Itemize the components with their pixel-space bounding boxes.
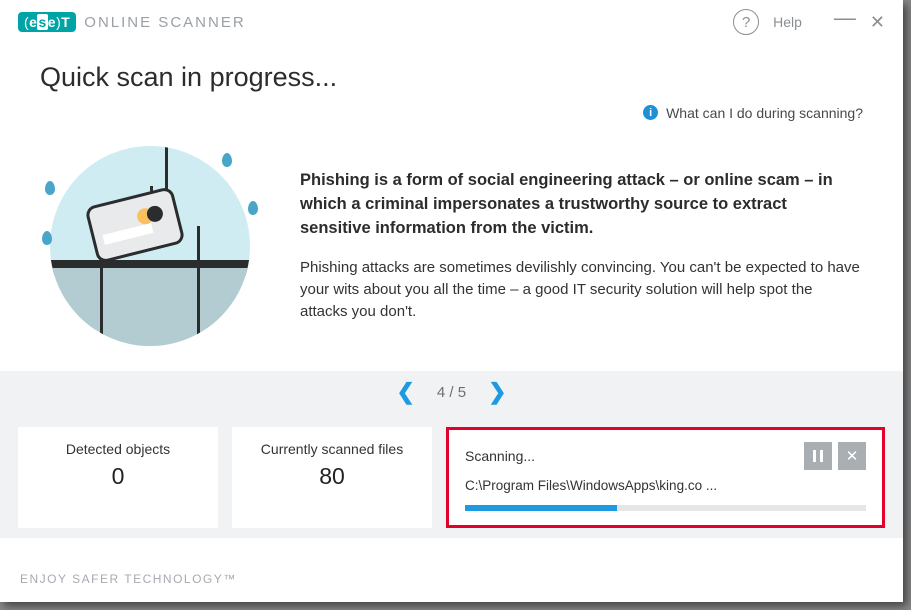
scan-status: Scanning... — [465, 448, 798, 464]
stop-button[interactable]: ✕ — [838, 442, 866, 470]
pager-next-button[interactable]: ❯ — [488, 379, 506, 405]
info-link-row: i What can I do during scanning? — [0, 101, 903, 131]
page-title: Quick scan in progress... — [0, 44, 903, 101]
info-icon: i — [643, 105, 658, 120]
detected-objects-box: Detected objects 0 — [18, 427, 218, 528]
tip-text: Phishing is a form of social engineering… — [300, 169, 860, 322]
scanned-value: 80 — [242, 463, 422, 490]
tip-content: Phishing is a form of social engineering… — [0, 131, 903, 371]
tip-pager: ❮ 4 / 5 ❯ — [0, 371, 903, 413]
phishing-illustration — [40, 141, 260, 351]
scan-progress-box: Scanning... ✕ C:\Program Files\WindowsAp… — [446, 427, 885, 528]
progress-fill — [465, 505, 617, 511]
help-link[interactable]: Help — [773, 14, 802, 30]
minimize-button[interactable]: — — [834, 5, 856, 31]
footer-tagline: ENJOY SAFER TECHNOLOGY™ — [0, 556, 903, 602]
scanning-info-link[interactable]: What can I do during scanning? — [666, 105, 863, 121]
pause-button[interactable] — [804, 442, 832, 470]
close-button[interactable]: ✕ — [870, 12, 885, 33]
tip-heading: Phishing is a form of social engineering… — [300, 169, 860, 241]
detected-label: Detected objects — [28, 441, 208, 457]
pager-prev-button[interactable]: ❮ — [396, 379, 414, 405]
scan-current-file: C:\Program Files\WindowsApps\king.co ... — [465, 478, 866, 493]
detected-value: 0 — [28, 463, 208, 490]
scanned-label: Currently scanned files — [242, 441, 422, 457]
tip-body: Phishing attacks are sometimes devilishl… — [300, 257, 860, 322]
titlebar: (ese)T ONLINE SCANNER ? Help — ✕ — [0, 0, 903, 44]
brand-logo: (ese)T — [18, 12, 76, 32]
scanned-files-box: Currently scanned files 80 — [232, 427, 432, 528]
progress-bar — [465, 505, 866, 511]
pager-position: 4 / 5 — [437, 384, 466, 401]
app-name: ONLINE SCANNER — [84, 14, 245, 31]
status-row: Detected objects 0 Currently scanned fil… — [0, 413, 903, 538]
app-window: (ese)T ONLINE SCANNER ? Help — ✕ Quick s… — [0, 0, 903, 602]
help-icon[interactable]: ? — [733, 9, 759, 35]
